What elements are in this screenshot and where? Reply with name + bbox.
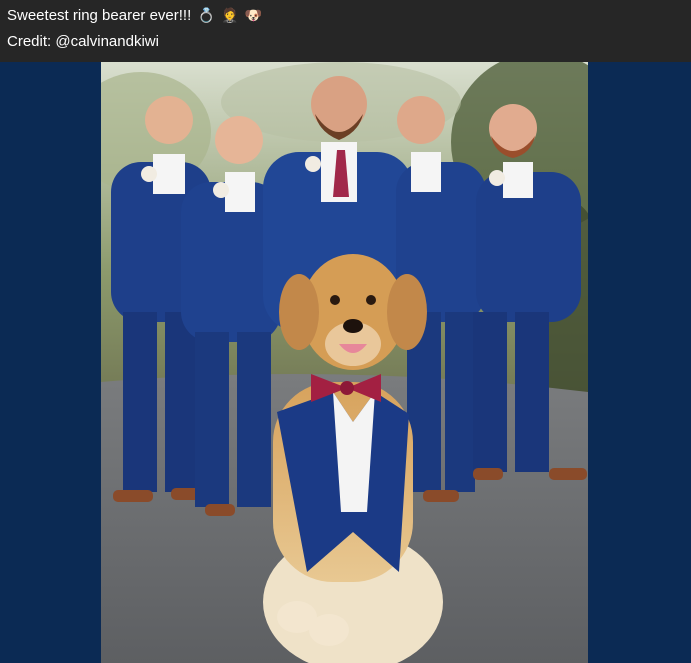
post-caption-bar: Sweetest ring bearer ever!!! 💍 🤵 🐶 Credi… bbox=[0, 0, 691, 62]
post-photo[interactable] bbox=[101, 62, 588, 663]
post-caption-text: Sweetest ring bearer ever!!! bbox=[7, 7, 192, 24]
ring-emoji-icon: 💍 bbox=[197, 7, 215, 23]
post-caption: Sweetest ring bearer ever!!! 💍 🤵 🐶 bbox=[7, 6, 262, 25]
media-viewer bbox=[0, 62, 691, 663]
wedding-photo-image bbox=[101, 62, 588, 663]
groom-emoji-icon: 🤵 bbox=[221, 7, 239, 23]
post-credit: Credit: @calvinandkiwi bbox=[7, 33, 159, 50]
dog-face-emoji-icon: 🐶 bbox=[244, 7, 263, 23]
